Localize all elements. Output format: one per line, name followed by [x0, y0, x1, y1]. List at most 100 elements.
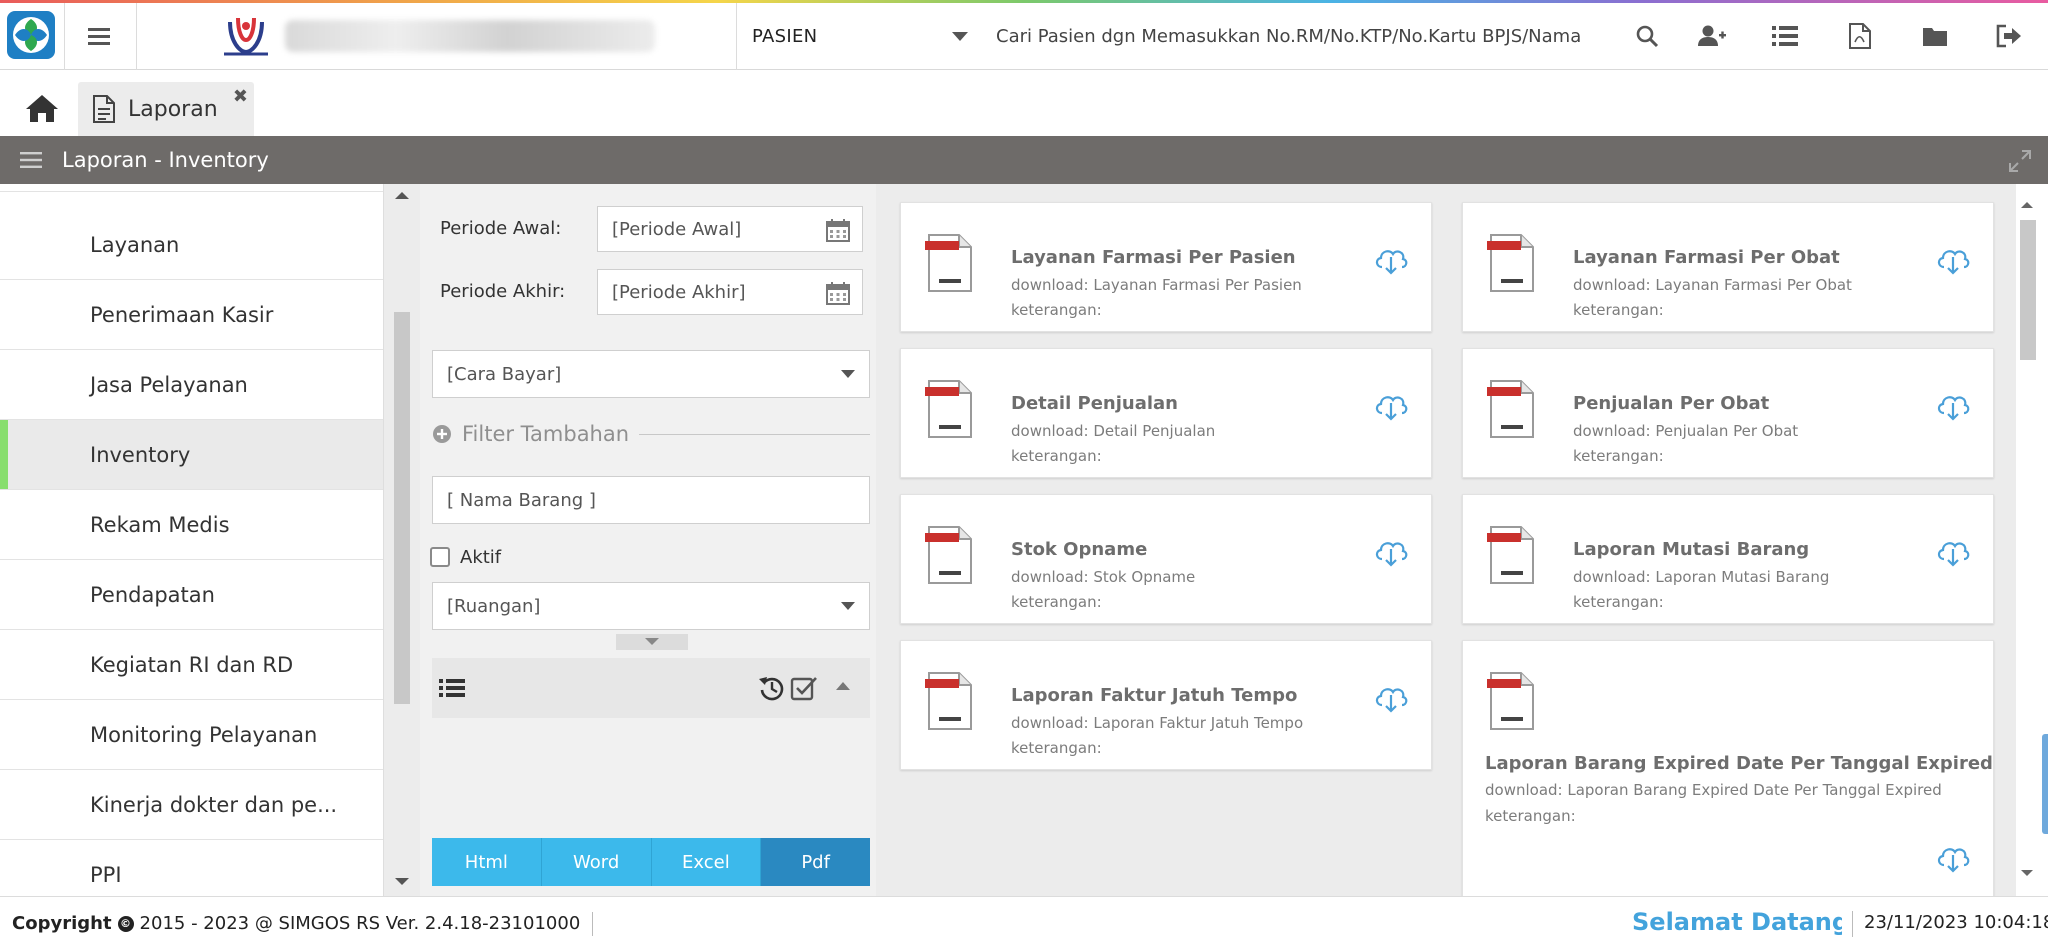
divider	[736, 3, 737, 70]
sidebar-item-kinerja-dokter[interactable]: Kinerja dokter dan pe...	[0, 770, 383, 840]
patient-search-input[interactable]	[996, 18, 1596, 54]
sidebar-item-inventory[interactable]: Inventory	[0, 420, 383, 490]
rainbow-strip	[0, 0, 2048, 3]
cloud-download-icon[interactable]	[1935, 535, 1971, 567]
cara-bayar-value: [Cara Bayar]	[447, 363, 562, 385]
collapse-up-icon[interactable]	[836, 682, 850, 690]
search-button[interactable]	[1627, 18, 1667, 54]
report-card[interactable]: Laporan Barang Expired Date Per Tanggal …	[1462, 640, 1994, 896]
pdf-report-icon	[1487, 234, 1534, 292]
scroll-down-icon[interactable]	[395, 878, 409, 885]
category-select[interactable]: PASIEN	[740, 18, 980, 54]
expand-icon[interactable]	[2008, 149, 2032, 173]
report-list-scrollbar[interactable]	[2016, 184, 2048, 896]
report-download-text: download: Stok Opname	[1011, 568, 1196, 586]
excel-format-button[interactable]: Excel	[651, 838, 762, 886]
report-card[interactable]: Detail Penjualan download: Detail Penjua…	[900, 348, 1432, 478]
report-card[interactable]: Layanan Farmasi Per Obat download: Layan…	[1462, 202, 1994, 332]
home-button[interactable]	[18, 88, 66, 128]
sidebar-item-pendapatan[interactable]: Pendapatan	[0, 560, 383, 630]
filter-tambahan-label: Filter Tambahan	[462, 422, 640, 446]
sidebar-item-kegiatan-ri-rd[interactable]: Kegiatan RI dan RD	[0, 630, 383, 700]
scroll-down-icon[interactable]	[2021, 870, 2033, 876]
ruangan-value: [Ruangan]	[447, 595, 541, 617]
history-icon[interactable]	[758, 674, 786, 702]
html-format-button[interactable]: Html	[432, 838, 542, 886]
sidebar-item-rekam-medis[interactable]: Rekam Medis	[0, 490, 383, 560]
report-title: Layanan Farmasi Per Obat	[1573, 247, 1840, 268]
report-card[interactable]: Laporan Faktur Jatuh Tempo download: Lap…	[900, 640, 1432, 770]
report-list: Layanan Farmasi Per Pasien download: Lay…	[876, 184, 2016, 896]
divider	[1852, 911, 1853, 937]
calendar-icon[interactable]	[826, 218, 850, 242]
report-category-sidebar: Layanan Penerimaan Kasir Jasa Pelayanan …	[0, 184, 384, 896]
cloud-download-icon[interactable]	[1935, 389, 1971, 421]
periode-akhir-field[interactable]: [Periode Akhir]	[597, 269, 863, 315]
cara-bayar-select[interactable]: [Cara Bayar]	[432, 350, 870, 398]
nama-barang-input[interactable]	[432, 476, 870, 524]
report-title: Stok Opname	[1011, 539, 1148, 560]
report-card[interactable]: Laporan Mutasi Barang download: Laporan …	[1462, 494, 1994, 624]
folder-button[interactable]	[1915, 18, 1955, 54]
scroll-up-icon[interactable]	[395, 192, 409, 199]
cloud-download-icon[interactable]	[1373, 681, 1409, 713]
tab-laporan[interactable]: Laporan ✖	[78, 82, 254, 136]
list-icon[interactable]	[438, 674, 466, 702]
cloud-download-icon[interactable]	[1373, 389, 1409, 421]
report-card[interactable]: Penjualan Per Obat download: Penjualan P…	[1462, 348, 1994, 478]
ruangan-select[interactable]: [Ruangan]	[432, 582, 870, 630]
hospital-logo-icon	[224, 17, 268, 56]
sidebar-item-penerimaan-kasir[interactable]: Penerimaan Kasir	[0, 280, 383, 350]
report-keterangan: keterangan:	[1011, 593, 1102, 611]
report-title: Laporan Mutasi Barang	[1573, 539, 1810, 560]
hamburger-icon	[88, 28, 110, 45]
cloud-download-icon[interactable]	[1935, 841, 1971, 873]
expand-more-button[interactable]	[616, 634, 688, 650]
menu-button[interactable]	[76, 18, 122, 54]
checklist-icon[interactable]	[790, 674, 818, 702]
pdf-report-icon	[925, 526, 972, 584]
cloud-download-icon[interactable]	[1935, 243, 1971, 275]
list-button[interactable]	[1765, 18, 1805, 54]
document-icon	[93, 95, 115, 123]
word-format-button[interactable]: Word	[541, 838, 652, 886]
app-logo-icon[interactable]	[6, 10, 56, 60]
sidebar-item-label: Penerimaan Kasir	[90, 302, 274, 327]
copyright-icon: ©	[117, 915, 134, 932]
chevron-down-icon	[952, 32, 968, 41]
pdf-format-button[interactable]: Pdf	[761, 838, 870, 886]
filter-tambahan-toggle[interactable]: Filter Tambahan	[432, 416, 870, 452]
panel-menu-button[interactable]	[20, 152, 44, 168]
filter-scrollbar[interactable]	[384, 184, 420, 896]
report-title: Penjualan Per Obat	[1573, 393, 1770, 414]
sidebar-item-ppi[interactable]: PPI	[0, 840, 383, 896]
report-card[interactable]: Layanan Farmasi Per Pasien download: Lay…	[900, 202, 1432, 332]
pdf-button[interactable]	[1840, 18, 1880, 54]
periode-awal-placeholder: [Periode Awal]	[612, 218, 742, 240]
periode-awal-field[interactable]: [Periode Awal]	[597, 206, 863, 252]
logout-button[interactable]	[1989, 18, 2029, 54]
footer: Copyright © 2015 - 2023 @ SIMGOS RS Ver.…	[0, 896, 2048, 950]
sidebar-item-layanan[interactable]: Layanan	[0, 210, 383, 280]
top-bar: PASIEN	[0, 0, 2048, 70]
search-icon	[1636, 25, 1659, 48]
report-card[interactable]: Stok Opname download: Stok Opname ketera…	[900, 494, 1432, 624]
hospital-name	[285, 20, 655, 52]
cloud-download-icon[interactable]	[1373, 243, 1409, 275]
home-icon	[26, 95, 58, 122]
sidebar-item-jasa-pelayanan[interactable]: Jasa Pelayanan	[0, 350, 383, 420]
aktif-checkbox[interactable]	[430, 547, 450, 567]
list-icon	[1772, 26, 1798, 46]
sidebar-item-monitoring-pelayanan[interactable]: Monitoring Pelayanan	[0, 700, 383, 770]
scroll-up-icon[interactable]	[2021, 202, 2033, 208]
calendar-icon[interactable]	[826, 281, 850, 305]
panel-title: Laporan - Inventory	[62, 148, 269, 172]
sidebar-item-label: Kinerja dokter dan pe...	[90, 792, 338, 817]
close-icon[interactable]: ✖	[233, 88, 248, 106]
scrollbar-thumb[interactable]	[2020, 220, 2036, 360]
add-patient-button[interactable]	[1692, 18, 1732, 54]
report-download-text: download: Laporan Mutasi Barang	[1573, 568, 1830, 586]
cloud-download-icon[interactable]	[1373, 535, 1409, 567]
scrollbar-thumb[interactable]	[394, 312, 410, 704]
aktif-label: Aktif	[460, 546, 502, 568]
